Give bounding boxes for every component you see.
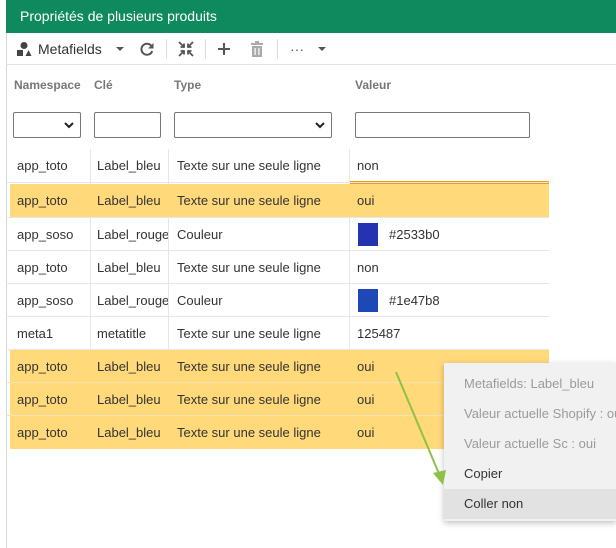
annotation-arrow xyxy=(395,371,446,485)
